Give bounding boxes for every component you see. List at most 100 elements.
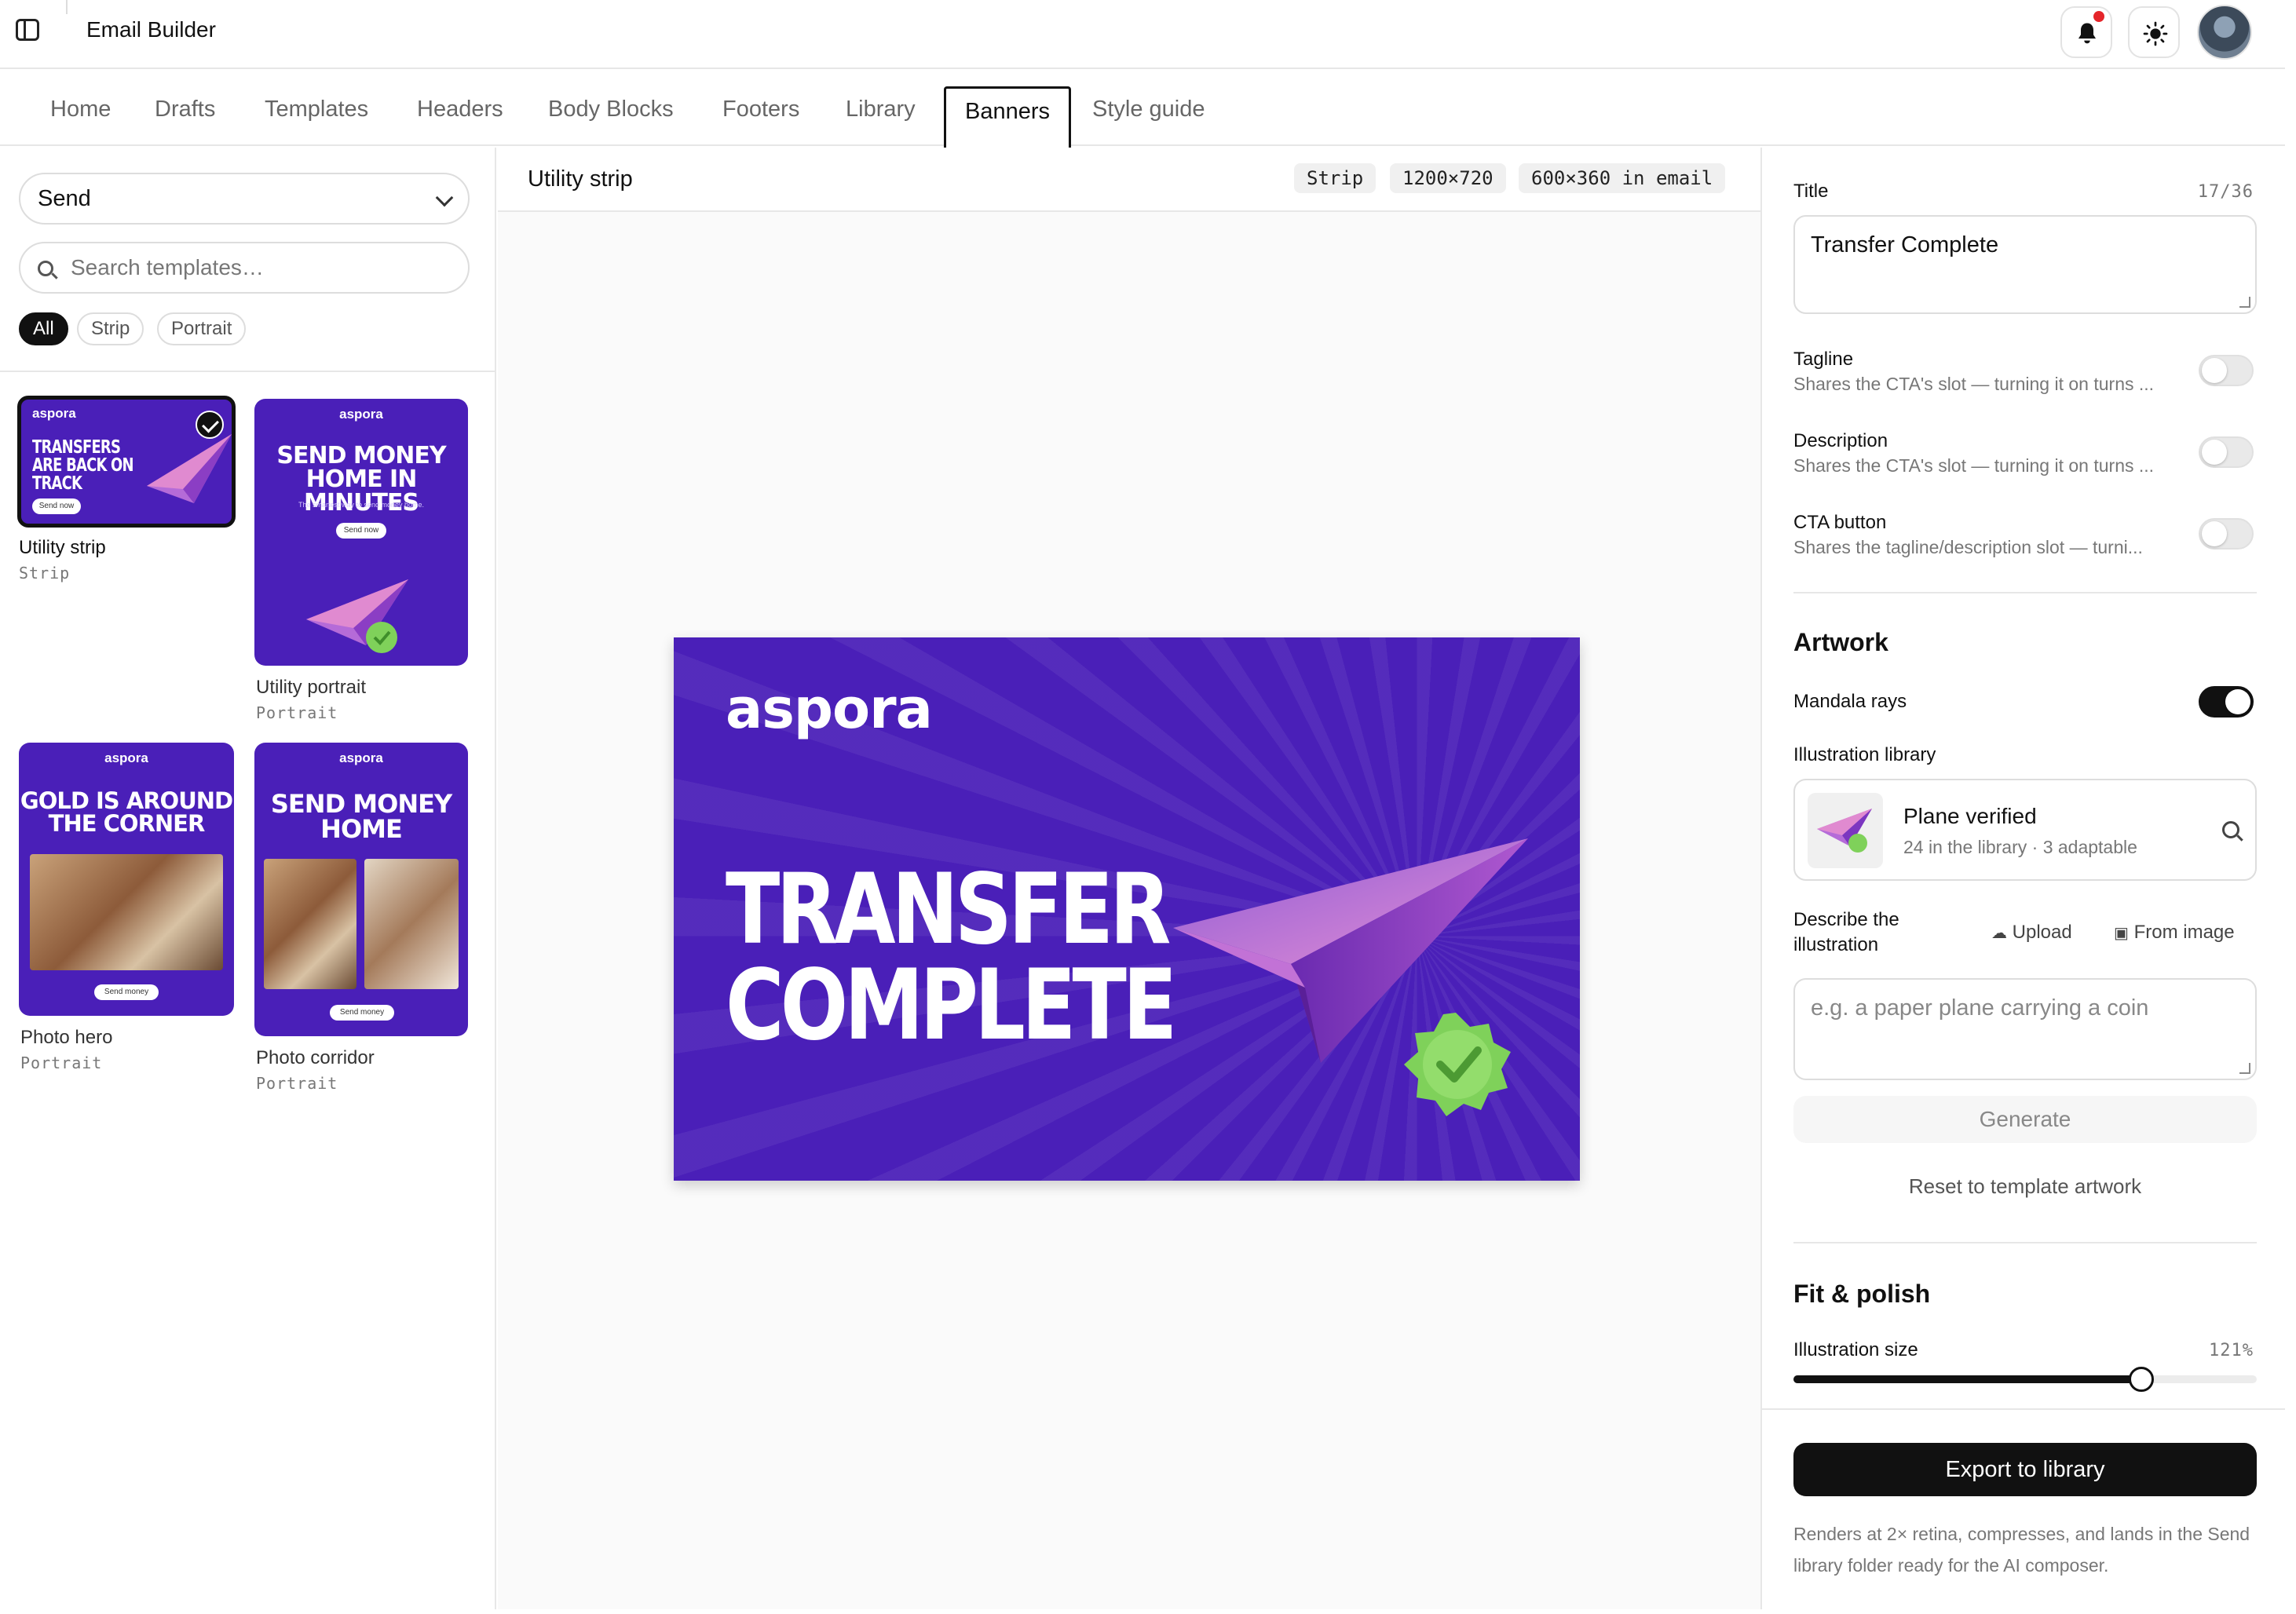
template-type: Portrait xyxy=(20,1053,103,1072)
title-counter: 17/36 xyxy=(2197,182,2254,202)
paper-plane-icon xyxy=(147,434,232,503)
theme-toggle-button[interactable] xyxy=(2128,6,2180,58)
thumb-cta: Send now xyxy=(32,498,81,514)
template-name: Photo hero xyxy=(20,1027,113,1048)
describe-placeholder: e.g. a paper plane carrying a coin xyxy=(1811,995,2149,1021)
canvas-toolbar: Utility strip Strip 1200×720 600×360 in … xyxy=(498,148,1760,212)
template-search[interactable] xyxy=(19,242,470,294)
upload-label: Upload xyxy=(2012,922,2072,943)
template-name: Utility portrait xyxy=(256,677,367,698)
description-desc: Shares the CTA's slot — turning it on tu… xyxy=(1793,455,2155,476)
template-thumbnail: aspora TRANSFERS ARE BACK ON TRACK Send … xyxy=(17,396,236,528)
notifications-button[interactable] xyxy=(2060,6,2112,58)
illustration-library-card[interactable]: Plane verified 24 in the library · 3 ada… xyxy=(1793,779,2257,881)
tab-home[interactable]: Home xyxy=(31,86,130,146)
from-image-button[interactable]: ▣ From image xyxy=(2114,922,2235,944)
brand-select-value: Send xyxy=(38,186,91,211)
reset-artwork-button[interactable]: Reset to template artwork xyxy=(1793,1174,2257,1199)
search-icon xyxy=(38,261,53,276)
fit-polish-heading: Fit & polish xyxy=(1793,1280,1931,1308)
cta-button-desc: Shares the tagline/description slot — tu… xyxy=(1793,537,2143,557)
describe-illustration-label: Describe the illustration xyxy=(1793,909,1899,955)
resize-handle[interactable] xyxy=(2239,1063,2250,1074)
title-label: Title xyxy=(1793,181,1829,202)
template-type: Strip xyxy=(19,564,71,582)
thumb-logo: aspora xyxy=(339,407,383,422)
tab-footers[interactable]: Footers xyxy=(704,86,818,146)
template-thumbnail: aspora SEND MONEY HOME IN MINUTES The sm… xyxy=(254,399,468,666)
thumb-logo: aspora xyxy=(339,750,383,765)
cta-button-toggle[interactable] xyxy=(2199,518,2254,550)
browse-search-icon[interactable] xyxy=(2222,821,2239,838)
plane-verified-illustration xyxy=(1173,838,1528,1116)
tab-library[interactable]: Library xyxy=(827,86,934,146)
illustration-thumbnail xyxy=(1808,793,1883,868)
format-badge: Strip xyxy=(1294,163,1377,193)
resize-handle[interactable] xyxy=(2239,297,2250,308)
properties-panel: Title 17/36 Transfer Complete Tagline Sh… xyxy=(1760,148,2285,1609)
banner-preview[interactable]: aspora TRANSFER COMPLETE xyxy=(674,637,1580,1181)
photo-image xyxy=(364,859,459,989)
template-sidebar: Send All Strip Portrait aspora TRANSFERS… xyxy=(0,148,496,1609)
image-icon: ▣ xyxy=(2114,925,2129,942)
filter-chip-strip[interactable]: Strip xyxy=(77,312,144,345)
slider-handle[interactable] xyxy=(2128,1367,2154,1392)
tab-templates[interactable]: Templates xyxy=(246,86,387,146)
size-badge: 1200×720 xyxy=(1390,163,1506,193)
from-image-label: From image xyxy=(2133,922,2235,943)
artwork-heading: Artwork xyxy=(1793,628,1888,656)
generate-button[interactable]: Generate xyxy=(1793,1096,2257,1143)
tab-drafts[interactable]: Drafts xyxy=(136,86,234,146)
divider xyxy=(0,371,495,372)
tab-body-blocks[interactable]: Body Blocks xyxy=(529,86,693,146)
filter-chip-portrait[interactable]: Portrait xyxy=(157,312,247,345)
illustration-name: Plane verified xyxy=(1903,804,2037,828)
thumb-cta: Send money xyxy=(94,984,159,1000)
chevron-down-icon xyxy=(435,188,454,207)
illustration-size-label: Illustration size xyxy=(1793,1339,1918,1360)
export-to-library-button[interactable]: Export to library xyxy=(1793,1443,2257,1496)
template-type: Portrait xyxy=(256,1074,338,1093)
thumb-headline: GOLD IS AROUND THE CORNER xyxy=(20,787,233,837)
divider xyxy=(1793,592,2257,593)
tab-headers[interactable]: Headers xyxy=(398,86,522,146)
template-thumbnail: aspora GOLD IS AROUND THE CORNER Send mo… xyxy=(19,743,234,1016)
describe-illustration-field[interactable]: e.g. a paper plane carrying a coin xyxy=(1793,978,2257,1080)
mandala-rays-toggle[interactable] xyxy=(2199,686,2254,718)
illustration-size-value: 121% xyxy=(2209,1341,2254,1360)
upload-button[interactable]: ☁ Upload xyxy=(1991,922,2072,944)
tagline-desc: Shares the CTA's slot — turning it on tu… xyxy=(1793,374,2155,394)
title-value: Transfer Complete xyxy=(1811,232,1999,257)
title-field[interactable]: Transfer Complete xyxy=(1793,215,2257,314)
slider-fill xyxy=(1793,1375,2141,1383)
sidebar-toggle-icon[interactable] xyxy=(16,19,39,41)
main-nav: Home Drafts Templates Headers Body Block… xyxy=(0,71,2285,148)
divider xyxy=(66,0,68,14)
avatar[interactable] xyxy=(2197,5,2252,60)
tagline-label: Tagline xyxy=(1793,349,1854,370)
description-label: Description xyxy=(1793,430,1888,451)
upload-cloud-icon: ☁ xyxy=(1991,925,2007,942)
tagline-toggle[interactable] xyxy=(2199,355,2254,386)
email-size-badge: 600×360 in email xyxy=(1519,163,1726,193)
selected-check-icon xyxy=(196,411,224,439)
export-footer: Export to library Renders at 2× retina, … xyxy=(1762,1408,2285,1609)
tab-banners[interactable]: Banners xyxy=(944,86,1072,148)
tab-style-guide[interactable]: Style guide xyxy=(1073,86,1224,146)
description-toggle[interactable] xyxy=(2199,436,2254,468)
illustration-size-slider[interactable] xyxy=(1793,1367,2257,1392)
bell-icon xyxy=(2078,23,2097,44)
sun-icon xyxy=(2143,21,2168,46)
brand-select[interactable]: Send xyxy=(19,173,470,225)
mandala-rays-label: Mandala rays xyxy=(1793,691,1907,712)
banner-headline: TRANSFER COMPLETE xyxy=(726,853,1177,1062)
thumb-cta: Send now xyxy=(336,523,386,539)
plane-verified-icon xyxy=(306,579,408,653)
filter-chip-all[interactable]: All xyxy=(19,312,68,345)
export-note: Renders at 2× retina, compresses, and la… xyxy=(1793,1524,2250,1576)
toggle-knob xyxy=(2202,521,2227,546)
template-thumbnail: aspora SEND MONEY HOME Send money xyxy=(254,743,468,1036)
canvas-title: Utility strip xyxy=(528,166,633,192)
toggle-knob xyxy=(2202,358,2227,383)
search-input[interactable] xyxy=(71,248,455,287)
